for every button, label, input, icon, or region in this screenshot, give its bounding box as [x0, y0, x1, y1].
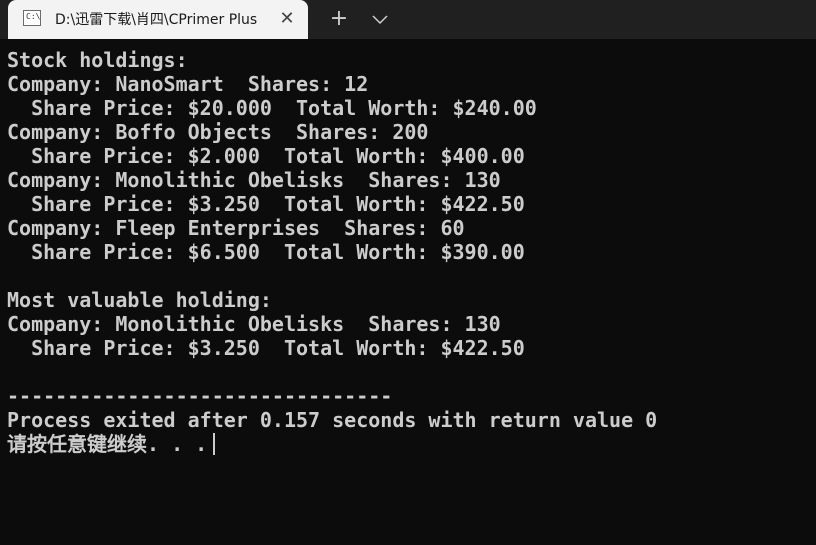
plus-icon: +	[329, 6, 349, 31]
tab-title: D:\迅雷下载\肖四\CPrimer Plus	[55, 12, 258, 28]
terminal-output-area[interactable]: Stock holdings: Company: NanoSmart Share…	[0, 39, 816, 545]
terminal-line: Company: Boffo Objects Shares: 200	[7, 120, 429, 144]
terminal-line: Stock holdings:	[7, 48, 188, 72]
terminal-lines: Stock holdings: Company: NanoSmart Share…	[7, 48, 657, 456]
tab-bar: C:\ D:\迅雷下载\肖四\CPrimer Plus ✕ +	[0, 0, 816, 39]
terminal-line: Company: Monolithic Obelisks Shares: 130	[7, 168, 501, 192]
terminal-line: Share Price: $20.000 Total Worth: $240.0…	[7, 96, 537, 120]
text-cursor	[213, 433, 216, 455]
chevron-down-icon	[372, 15, 388, 25]
terminal-line: Most valuable holding:	[7, 288, 272, 312]
press-any-key-prompt: 请按任意键继续. . .	[7, 432, 208, 456]
terminal-line: --------------------------------	[7, 384, 393, 408]
terminal-line: Company: Fleep Enterprises Shares: 60	[7, 216, 465, 240]
terminal-prompt-line: 请按任意键继续. . .	[7, 432, 657, 456]
close-icon[interactable]: ✕	[278, 8, 296, 30]
terminal-line: Company: NanoSmart Shares: 12	[7, 72, 369, 96]
console-app-icon-glyph: C:\	[26, 12, 41, 21]
tab-dropdown-button[interactable]	[368, 7, 392, 31]
terminal-line: Process exited after 0.157 seconds with …	[7, 408, 658, 432]
terminal-line: Share Price: $3.250 Total Worth: $422.50	[7, 336, 525, 360]
terminal-tab[interactable]: C:\ D:\迅雷下载\肖四\CPrimer Plus ✕	[8, 0, 308, 39]
new-tab-button[interactable]: +	[326, 6, 352, 32]
terminal-line: Company: Monolithic Obelisks Shares: 130	[7, 312, 501, 336]
console-app-icon: C:\	[23, 10, 41, 26]
terminal-line: Share Price: $3.250 Total Worth: $422.50	[7, 192, 525, 216]
terminal-line: Share Price: $6.500 Total Worth: $390.00	[7, 240, 525, 264]
terminal-line: Share Price: $2.000 Total Worth: $400.00	[7, 144, 525, 168]
